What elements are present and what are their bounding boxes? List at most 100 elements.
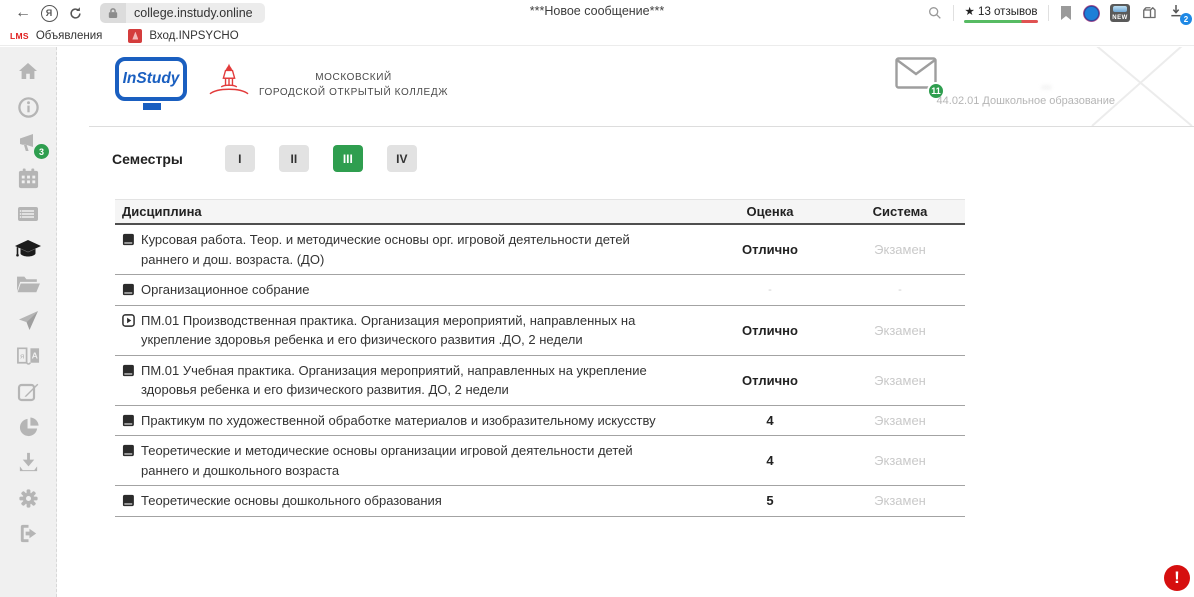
system-value: Экзамен [835,323,965,338]
header-divider [89,126,1194,127]
sidebar-item-languages[interactable]: Aя [14,344,42,368]
sidebar-item-files[interactable] [14,273,42,297]
reviews-count: 13 отзывов [978,6,1037,18]
bookmarks-bar: LMS Объявления Вход.INPSYCHO [0,26,1194,46]
reviews-widget[interactable]: ★ 13 отзывов [964,4,1038,23]
sidebar-item-statistics[interactable] [14,415,42,439]
sidebar-item-downloads[interactable] [14,451,42,475]
discipline-name: Курсовая работа. Теор. и методические ос… [141,230,675,269]
address-bar[interactable]: college.instudy.online [100,3,265,23]
sidebar-item-journal[interactable] [14,202,42,226]
table-row[interactable]: Теоретические основы дошкольного образов… [115,486,965,517]
reviews-rating-bar [964,20,1038,23]
semester-3-button[interactable]: III [333,145,363,172]
new-extension-icon[interactable]: NEW [1110,4,1130,22]
mail-button[interactable]: 11 [895,57,937,94]
new-badge: NEW [1110,15,1130,21]
sidebar-item-settings[interactable] [14,486,42,510]
grade-value: Отлично [705,373,835,388]
system-value: - [835,284,965,296]
sidebar-item-home[interactable] [14,60,42,84]
table-row[interactable]: ПМ.01 Учебная практика. Организация меро… [115,356,965,406]
book-icon [122,283,135,296]
sidebar-item-logout[interactable] [14,522,42,546]
college-name-line2: ГОРОДСКОЙ ОТКРЫТЫЙ КОЛЛЕДЖ [259,85,448,100]
site-header: InStudy МОСКОВСКИЙ ГОРОДСКОЙ ОТКРЫТЫЙ КО… [57,47,1194,127]
main-area: 3 Aя [0,47,1194,597]
bookmark-inpsycho[interactable]: Вход.INPSYCHO [128,29,238,43]
sidebar-item-calendar[interactable] [14,167,42,191]
sidebar-item-grades[interactable] [14,238,42,262]
yandex-button[interactable]: Я [36,2,62,24]
grade-value: Отлично [705,323,835,338]
sidebar-item-messages[interactable] [14,309,42,333]
system-value: Экзамен [835,373,965,388]
book-icon [122,233,135,246]
instudy-logo[interactable]: InStudy [115,57,187,101]
error-notification-icon[interactable]: ! [1164,565,1190,591]
sidebar-item-info[interactable] [14,96,42,120]
column-discipline: Дисциплина [115,204,705,219]
sidebar-nav: 3 Aя [0,47,57,597]
discipline-name: Теоретические и методические основы орга… [141,441,675,480]
info-icon [17,96,40,119]
discipline-name: Теоретические основы дошкольного образов… [141,491,442,511]
graduation-cap-icon [14,237,42,263]
table-row[interactable]: ПМ.01 Производственная практика. Организ… [115,306,965,356]
pie-chart-icon [17,416,40,439]
college-name-line1: МОСКОВСКИЙ [259,70,448,85]
gear-icon [17,487,40,510]
column-grade: Оценка [705,204,835,219]
sidebar-item-announcements[interactable]: 3 [14,131,42,155]
table-row[interactable]: Курсовая работа. Теор. и методические ос… [115,225,965,275]
bookmark-lms[interactable]: LMS Объявления [10,30,102,42]
grade-value: 4 [705,453,835,468]
instudy-logo-text: InStudy [123,70,180,88]
toolbar-right: ★ 13 отзывов NEW 2 [927,0,1188,26]
page-content: InStudy МОСКОВСКИЙ ГОРОДСКОЙ ОТКРЫТЫЙ КО… [57,47,1194,597]
system-value: Экзамен [835,453,965,468]
semester-switcher: Семестры I II III IV [112,145,441,172]
semester-4-button[interactable]: IV [387,145,417,172]
search-icon[interactable] [927,5,943,21]
table-row[interactable]: Практикум по художественной обработке ма… [115,406,965,437]
grades-table: Дисциплина Оценка Система Курсовая работ… [115,199,965,517]
yandex-icon: Я [41,5,58,22]
play-icon [122,314,135,327]
bookmark-label: Объявления [36,30,103,42]
avatar-placeholder-x [1084,47,1194,126]
home-icon [16,60,40,84]
discipline-name: Организационное собрание [141,280,309,300]
column-system: Система [835,204,965,219]
url-text[interactable]: college.instudy.online [134,6,253,20]
announcements-badge: 3 [34,144,49,159]
grade-value: 5 [705,493,835,508]
system-value: Экзамен [835,242,965,257]
collections-icon[interactable] [1140,4,1158,22]
lms-favicon: LMS [10,31,29,41]
table-header: Дисциплина Оценка Система [115,199,965,225]
refresh-icon[interactable] [62,2,88,24]
downloads-button[interactable]: 2 [1168,3,1188,23]
sidebar-item-assignments[interactable] [14,380,42,404]
bookmark-flag-icon[interactable] [1059,5,1073,21]
college-tower-logo [203,59,255,113]
logout-icon [17,522,40,545]
semesters-label: Семестры [112,151,183,167]
college-name: МОСКОВСКИЙ ГОРОДСКОЙ ОТКРЫТЫЙ КОЛЛЕДЖ [259,70,448,100]
browser-extension-icon[interactable] [1083,5,1100,22]
table-row[interactable]: Организационное собрание - - [115,275,965,306]
bookmark-label: Вход.INPSYCHO [149,30,238,42]
table-row[interactable]: Теоретические и методические основы орга… [115,436,965,486]
calendar-icon [17,167,40,190]
lock-icon[interactable] [100,3,126,23]
back-icon[interactable]: ← [10,2,36,24]
edit-icon [16,380,40,404]
book-icon [122,494,135,507]
grade-value: Отлично [705,242,835,257]
semester-1-button[interactable]: I [225,145,255,172]
divider [953,5,954,21]
semester-2-button[interactable]: II [279,145,309,172]
list-icon [16,202,40,226]
svg-text:A: A [31,350,38,360]
